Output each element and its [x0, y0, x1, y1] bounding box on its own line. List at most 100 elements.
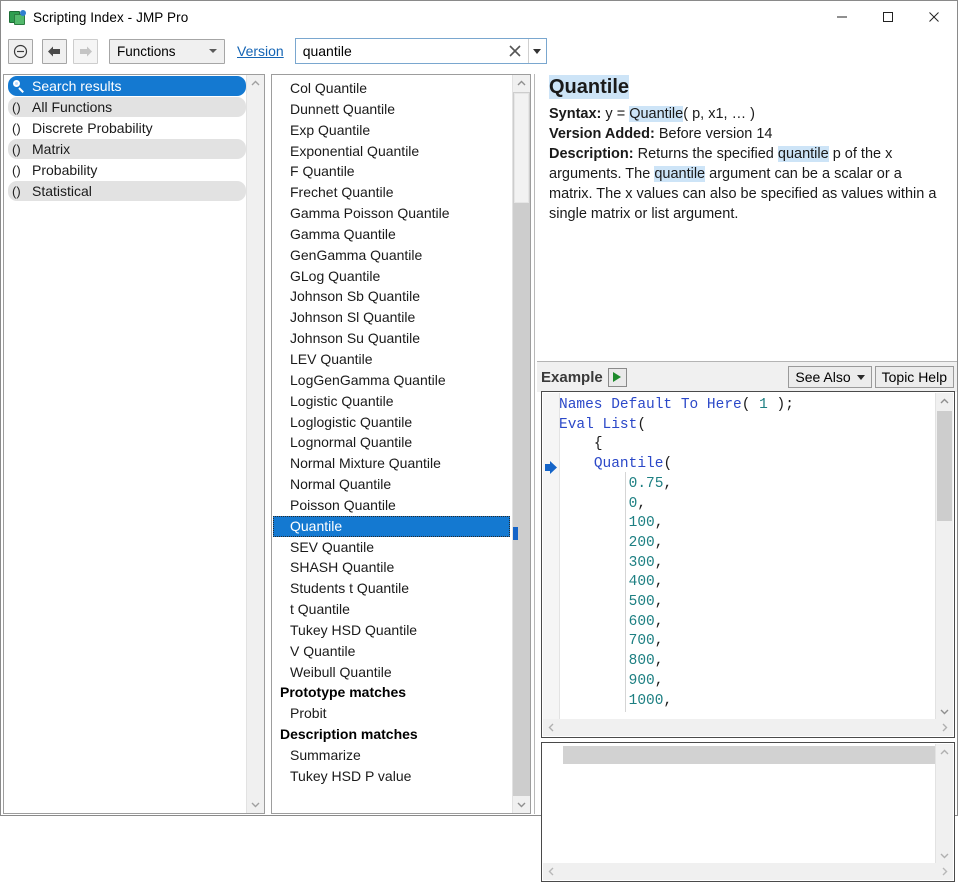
function-list-item[interactable]: Johnson Sl Quantile	[273, 307, 510, 328]
function-list-item[interactable]: Col Quantile	[273, 78, 510, 99]
code-editor[interactable]: Names Default To Here( 1 );Eval List( { …	[543, 393, 937, 720]
function-list-item[interactable]: Loglogistic Quantile	[273, 412, 510, 433]
minimize-icon[interactable]	[819, 1, 865, 33]
back-arrow-icon[interactable]	[42, 39, 67, 64]
function-list-item[interactable]: Johnson Sb Quantile	[273, 286, 510, 307]
scroll-down-icon[interactable]	[936, 703, 953, 720]
function-list-item[interactable]: Frechet Quantile	[273, 182, 510, 203]
scroll-left-icon[interactable]	[543, 867, 560, 876]
code-text[interactable]: Names Default To Here( 1 );Eval List( { …	[559, 396, 794, 711]
function-list-item[interactable]: Gamma Poisson Quantile	[273, 203, 510, 224]
function-list-item[interactable]: Probit	[273, 703, 510, 724]
function-list-item[interactable]: GLog Quantile	[273, 266, 510, 287]
function-list-item[interactable]: V Quantile	[273, 641, 510, 662]
function-list-item[interactable]: Tukey HSD P value	[273, 766, 510, 787]
example-code-panel[interactable]: Names Default To Here( 1 );Eval List( { …	[541, 391, 955, 738]
function-list-item[interactable]: Exponential Quantile	[273, 141, 510, 162]
function-list-item[interactable]: SEV Quantile	[273, 537, 510, 558]
function-list-item[interactable]: Tukey HSD Quantile	[273, 620, 510, 641]
category-panel: Search results()All Functions()Discrete …	[3, 74, 265, 814]
code-vertical-scrollbar[interactable]	[935, 393, 953, 720]
scroll-down-icon[interactable]	[513, 796, 530, 813]
scroll-up-icon[interactable]	[513, 75, 530, 92]
forward-arrow-icon[interactable]	[73, 39, 98, 64]
code-token: ,	[663, 476, 672, 492]
code-token: {	[594, 436, 603, 452]
window-controls	[819, 1, 957, 33]
sidebar-item-discrete-probability[interactable]: ()Discrete Probability	[8, 118, 246, 138]
function-list-item[interactable]: Logistic Quantile	[273, 391, 510, 412]
sidebar-item-label: Statistical	[32, 183, 92, 199]
chevron-down-icon	[857, 375, 865, 380]
scroll-down-icon[interactable]	[936, 847, 953, 864]
function-list-item[interactable]: Weibull Quantile	[273, 662, 510, 683]
function-list-item[interactable]: GenGamma Quantile	[273, 245, 510, 266]
example-toolbar: Example See Also Topic Help	[537, 362, 957, 392]
results-horizontal-scrollbar[interactable]	[543, 863, 953, 880]
category-list[interactable]: Search results()All Functions()Discrete …	[5, 76, 249, 812]
category-select-value: Functions	[117, 44, 224, 59]
function-list-item[interactable]: Normal Mixture Quantile	[273, 453, 510, 474]
function-list-item[interactable]: Quantile	[273, 516, 510, 537]
function-list-item[interactable]: Normal Quantile	[273, 474, 510, 495]
code-horizontal-scrollbar[interactable]	[543, 719, 953, 736]
code-line: 1000,	[559, 692, 794, 712]
code-line: 500,	[559, 593, 794, 613]
function-list-item[interactable]: Lognormal Quantile	[273, 432, 510, 453]
sidebar-item-all-functions[interactable]: ()All Functions	[8, 97, 246, 117]
topic-help-button[interactable]: Topic Help	[875, 366, 954, 388]
results-vertical-scrollbar[interactable]	[935, 744, 953, 864]
app-icon	[9, 9, 26, 26]
code-line: 700,	[559, 632, 794, 652]
parens-icon: ()	[12, 142, 32, 157]
close-icon[interactable]	[911, 1, 957, 33]
results-content[interactable]	[543, 744, 937, 864]
code-token: 400	[629, 574, 655, 590]
function-list-item[interactable]: F Quantile	[273, 161, 510, 182]
scroll-down-icon[interactable]	[247, 796, 264, 813]
function-list-item[interactable]: t Quantile	[273, 599, 510, 620]
function-list-item[interactable]: SHASH Quantile	[273, 557, 510, 578]
category-select[interactable]: Functions	[109, 39, 225, 64]
search-input[interactable]	[296, 39, 502, 63]
sidebar-item-statistical[interactable]: ()Statistical	[8, 181, 246, 201]
run-example-icon[interactable]	[608, 368, 627, 387]
panel-divider[interactable]	[534, 74, 535, 814]
function-list[interactable]: Col QuantileDunnett QuantileExp Quantile…	[273, 78, 510, 812]
scroll-right-icon[interactable]	[936, 723, 953, 732]
function-list-item[interactable]: Poisson Quantile	[273, 495, 510, 516]
search-box[interactable]	[295, 38, 547, 64]
function-list-item[interactable]: LEV Quantile	[273, 349, 510, 370]
function-list-scrollbar[interactable]	[512, 75, 530, 813]
code-line: 0,	[559, 495, 794, 515]
code-token: 600	[629, 614, 655, 630]
scroll-up-icon[interactable]	[247, 75, 264, 92]
function-list-item[interactable]: Students t Quantile	[273, 578, 510, 599]
code-line: 100,	[559, 514, 794, 534]
scrollbar-thumb[interactable]	[514, 93, 529, 203]
function-list-item[interactable]: Dunnett Quantile	[273, 99, 510, 120]
function-list-item[interactable]: Gamma Quantile	[273, 224, 510, 245]
sidebar-item-label: Matrix	[32, 141, 70, 157]
search-history-dropdown[interactable]	[528, 39, 546, 63]
scroll-right-icon[interactable]	[936, 867, 953, 876]
results-panel[interactable]	[541, 742, 955, 882]
maximize-icon[interactable]	[865, 1, 911, 33]
code-gutter[interactable]	[543, 393, 560, 720]
clear-search-icon[interactable]	[502, 39, 528, 63]
category-scrollbar[interactable]	[246, 75, 264, 813]
scroll-left-icon[interactable]	[543, 723, 560, 732]
function-list-item[interactable]: Summarize	[273, 745, 510, 766]
scrollbar-thumb[interactable]	[937, 411, 952, 521]
sidebar-item-search-results[interactable]: Search results	[8, 76, 246, 96]
scroll-up-icon[interactable]	[936, 744, 953, 761]
function-list-item[interactable]: LogGenGamma Quantile	[273, 370, 510, 391]
collapse-icon[interactable]	[8, 39, 33, 64]
see-also-button[interactable]: See Also	[788, 366, 871, 388]
scroll-up-icon[interactable]	[936, 393, 953, 410]
version-link[interactable]: Version	[237, 43, 284, 59]
sidebar-item-probability[interactable]: ()Probability	[8, 160, 246, 180]
function-list-item[interactable]: Johnson Su Quantile	[273, 328, 510, 349]
sidebar-item-matrix[interactable]: ()Matrix	[8, 139, 246, 159]
function-list-item[interactable]: Exp Quantile	[273, 120, 510, 141]
